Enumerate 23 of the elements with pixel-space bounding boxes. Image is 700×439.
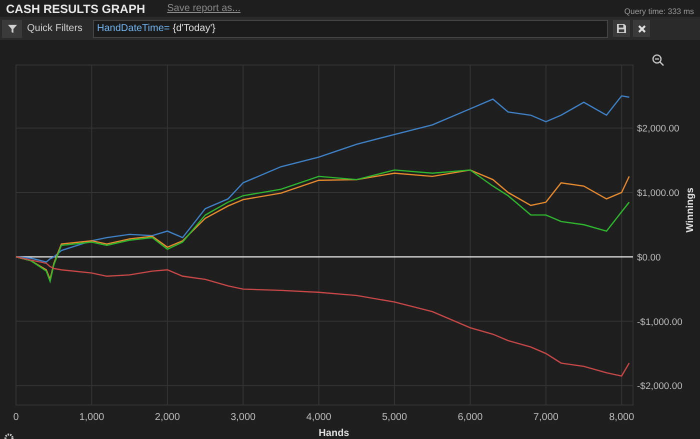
x-axis-label: 3,000 bbox=[230, 412, 256, 423]
save-report-link[interactable]: Save report as... bbox=[167, 1, 240, 16]
y-axis-label: -$1,000.00 bbox=[637, 316, 682, 328]
page-title: CASH RESULTS GRAPH bbox=[6, 0, 146, 18]
y-axis-label: $1,000.00 bbox=[637, 188, 680, 199]
y-axis-label: $0.00 bbox=[637, 252, 661, 264]
x-axis-label: 5,000 bbox=[382, 412, 408, 423]
quick-filters-label: Quick Filters bbox=[27, 22, 84, 36]
x-axis-label: 8,000 bbox=[609, 412, 634, 423]
y-axis-label: $2,000.00 bbox=[637, 124, 680, 135]
y-axis-title: Winnings bbox=[685, 188, 696, 232]
x-axis-label: 2,000 bbox=[154, 412, 180, 423]
y-axis-label: -$2,000.00 bbox=[637, 381, 682, 392]
x-axis-label: 0 bbox=[13, 412, 19, 423]
x-axis-label: 1,000 bbox=[79, 412, 104, 423]
x-axis-label: 6,000 bbox=[458, 412, 483, 423]
filter-field-value: {d'Today'} bbox=[172, 22, 216, 36]
x-axis-label: 7,000 bbox=[533, 412, 558, 423]
filter-field-name: HandDateTime= bbox=[97, 22, 170, 36]
x-axis-title: Hands bbox=[318, 428, 350, 439]
filter-input-field[interactable]: HandDateTime= {d'Today'} bbox=[93, 20, 608, 38]
x-axis-label: 4,000 bbox=[306, 412, 332, 423]
query-time: Query time: 333 ms bbox=[624, 6, 694, 18]
